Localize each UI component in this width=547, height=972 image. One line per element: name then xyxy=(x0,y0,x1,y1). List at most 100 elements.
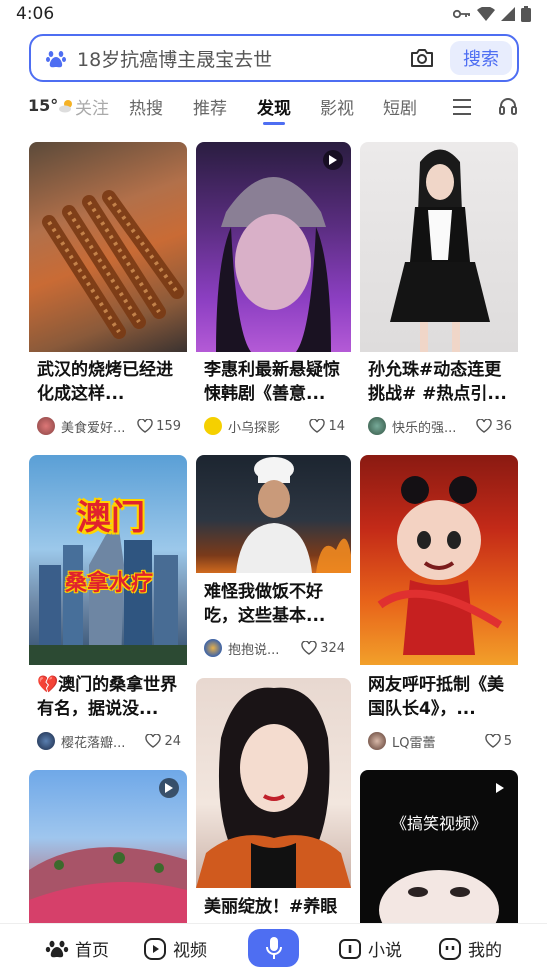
card-title-line: 吃，这些基本... xyxy=(204,606,326,626)
feed-card[interactable]: 李惠利最新悬疑惊 悚韩剧《善意... 小乌探影 14 xyxy=(196,142,351,442)
video-play-icon xyxy=(144,937,166,960)
macau-skyline-image xyxy=(29,515,187,665)
like-count[interactable]: 14 xyxy=(309,419,345,434)
nav-novel[interactable]: 小说 xyxy=(338,936,402,961)
like-count[interactable]: 36 xyxy=(476,419,512,434)
skewers-image xyxy=(42,190,184,339)
heart-icon xyxy=(476,419,493,433)
feed-card[interactable]: 《搞笑视频》 xyxy=(360,770,518,923)
tab-short-drama[interactable]: 短剧 xyxy=(383,94,417,119)
card-meta: 小乌探影 14 xyxy=(204,414,345,438)
card-title-line: 悚韩剧《善意... xyxy=(204,384,326,404)
search-input[interactable]: 18岁抗癌博主晟宝去世 xyxy=(77,45,402,72)
author-avatar xyxy=(204,639,222,657)
headphones-icon[interactable] xyxy=(498,96,518,120)
card-meta: 樱花落瓣... 24 xyxy=(37,729,181,753)
nav-novel-label: 小说 xyxy=(368,941,402,961)
card-thumbnail xyxy=(360,142,518,352)
tab-hot-search[interactable]: 热搜 xyxy=(129,94,163,119)
like-count[interactable]: 24 xyxy=(145,734,181,749)
key-icon xyxy=(453,9,470,19)
feed-card[interactable]: 孙允珠#动态连更 挑战# #热点引... 快乐的强... 36 xyxy=(360,142,518,442)
play-icon xyxy=(490,778,510,798)
nav-video-label: 视频 xyxy=(173,941,207,961)
card-title: 李惠利最新悬疑惊 悚韩剧《善意... xyxy=(204,358,345,406)
card-title-line: 美丽绽放！#养眼 xyxy=(204,897,338,917)
card-title: 难怪我做饭不好 吃，这些基本... xyxy=(204,580,345,628)
like-number: 36 xyxy=(495,418,512,434)
author-avatar xyxy=(37,732,55,750)
chef-image xyxy=(236,457,351,573)
voice-search-button[interactable] xyxy=(248,929,299,967)
card-title-line: 有名，据说没... xyxy=(37,699,159,719)
bottom-nav: 首页 视频 小说 我的 xyxy=(0,923,547,972)
card-title-line: 孙允珠#动态连更 xyxy=(368,360,502,380)
card-meta: 美食爱好... 159 xyxy=(37,414,181,438)
author-name: 抱抱说... xyxy=(228,642,280,658)
menu-icon[interactable] xyxy=(452,98,472,120)
search-area: 18岁抗癌博主晟宝去世 搜索 xyxy=(0,28,547,90)
card-thumbnail: 《搞笑视频》 xyxy=(360,770,518,923)
feed-card[interactable]: 网友呼吁抵制《美 国队长4》，... LQ雷蕾 5 xyxy=(360,455,518,757)
card-meta: 快乐的强... 36 xyxy=(368,414,512,438)
tab-follow[interactable]: 关注 xyxy=(75,94,109,119)
sun-cloud-icon xyxy=(59,99,73,112)
nav-mine-label: 我的 xyxy=(468,941,502,961)
author-avatar xyxy=(368,417,386,435)
card-title-line: 难怪我做饭不好 xyxy=(204,582,323,602)
card-title: 孙允珠#动态连更 挑战# #热点引... xyxy=(368,358,512,406)
microphone-icon xyxy=(265,937,282,959)
card-thumbnail xyxy=(196,142,351,352)
like-count[interactable]: 324 xyxy=(301,641,345,656)
search-box[interactable]: 18岁抗癌博主晟宝去世 搜索 xyxy=(29,34,519,82)
feed-card[interactable] xyxy=(29,770,187,923)
card-title: 💔澳门的桑拿世界 有名，据说没... xyxy=(37,673,181,721)
heart-icon xyxy=(137,419,153,433)
play-icon xyxy=(159,778,179,798)
card-title-line: 国队长4》，... xyxy=(368,699,476,719)
like-number: 324 xyxy=(320,640,345,656)
tab-film[interactable]: 影视 xyxy=(320,94,354,119)
weather-temperature: 15° xyxy=(28,96,59,115)
heart-icon xyxy=(145,734,162,748)
feed-card[interactable]: 美丽绽放！#养眼 xyxy=(196,678,351,923)
card-thumbnail: 澳门 桑拿水疗 xyxy=(29,455,187,665)
tab-recommend[interactable]: 推荐 xyxy=(193,94,227,119)
thumbnail-overlay-title: 澳门 xyxy=(77,498,145,538)
like-count[interactable]: 5 xyxy=(485,734,512,749)
search-button[interactable]: 搜索 xyxy=(450,41,512,75)
profile-face-icon xyxy=(439,937,461,960)
card-title: 武汉的烧烤已经进 化成这样... xyxy=(37,358,181,406)
author-avatar xyxy=(37,417,55,435)
card-meta: LQ雷蕾 5 xyxy=(368,729,512,753)
thumbnail-overlay-subtitle: 桑拿水疗 xyxy=(65,570,154,596)
tab-discover[interactable]: 发现 xyxy=(257,94,291,119)
author-name: 美食爱好... xyxy=(61,420,126,436)
like-number: 14 xyxy=(328,418,345,434)
author-name: 樱花落瓣... xyxy=(61,735,126,751)
woman-dress-image xyxy=(390,149,490,352)
baidu-paw-icon xyxy=(45,940,69,957)
weather-widget[interactable]: 15° xyxy=(28,96,74,115)
feed-card[interactable]: 武汉的烧烤已经进 化成这样... 美食爱好... 159 xyxy=(29,142,187,442)
author-name: 小乌探影 xyxy=(228,420,281,436)
card-thumbnail xyxy=(29,142,187,352)
system-icons xyxy=(453,6,531,22)
card-thumbnail xyxy=(196,455,351,573)
feed-card[interactable]: 难怪我做饭不好 吃，这些基本... 抱抱说... 324 xyxy=(196,455,351,667)
nav-video[interactable]: 视频 xyxy=(143,936,207,961)
card-title-line: 武汉的烧烤已经进 xyxy=(37,360,173,380)
like-number: 5 xyxy=(503,733,512,749)
nav-mine[interactable]: 我的 xyxy=(438,936,502,961)
nav-home[interactable]: 首页 xyxy=(45,936,109,961)
discover-feed: 武汉的烧烤已经进 化成这样... 美食爱好... 159 李惠利最新悬疑惊 悚韩… xyxy=(0,130,547,923)
author-avatar xyxy=(368,732,386,750)
like-count[interactable]: 159 xyxy=(137,419,181,434)
author-avatar xyxy=(204,417,222,435)
nezha-image xyxy=(377,476,503,655)
camera-icon[interactable] xyxy=(402,38,442,78)
woman-cap-image xyxy=(216,177,331,352)
heart-icon xyxy=(309,419,326,433)
wifi-icon xyxy=(477,7,495,21)
feed-card[interactable]: 澳门 桑拿水疗 💔澳门的桑拿世界 有名，据说没... 樱花落瓣... 24 xyxy=(29,455,187,757)
